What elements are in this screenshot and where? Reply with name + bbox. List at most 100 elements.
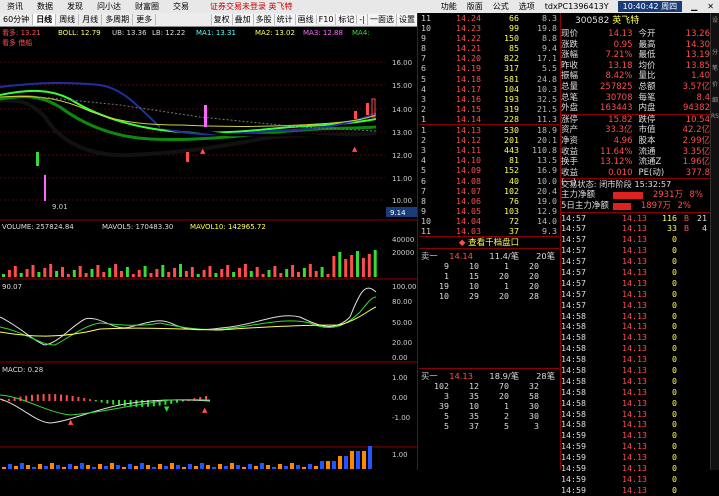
btn-stats[interactable]: 统计 [273,14,295,25]
mavol5-label: MAVOL5: 170483.30 [102,223,173,231]
sidebar-tab[interactable] [711,29,719,45]
tick-cell: 14.13 [622,397,647,408]
order-level-cell: 6 [421,175,426,186]
btn-f10[interactable]: F10 [315,15,336,24]
tab-60min[interactable]: 60分钟 [0,14,34,25]
sidebar-tab[interactable]: 设 [711,13,719,29]
btn-settings[interactable]: 设置 [396,14,417,25]
tab-daily[interactable]: 日线 [33,14,57,25]
bottom-bar [56,465,60,469]
menu-news[interactable]: 资讯 [0,1,30,12]
btn-multi-stock[interactable]: 多股 [252,14,274,25]
volume-bar [214,273,218,277]
indicator-ma3: MA3: 12.88 [303,29,343,37]
menu-discover[interactable]: 发现 [60,1,90,12]
flow-row: 主力净额 2931万 8% [561,190,710,201]
quote-row: 总量 257825 总额 3.57亿 [561,82,710,93]
bottom-bar [122,467,126,469]
macd-signal-icon: ▲ [68,418,74,426]
volume-label: VOLUME: 257824.84 [2,223,74,231]
volume-bar [202,270,206,277]
bottom-bar [134,466,138,469]
tick-row: 14:58 14.13 0 [561,409,710,420]
tick-row: 14:59 14.13 0 [561,430,710,441]
tick-cell: 14.13 [622,310,647,321]
account-label: tdxPC1396413Y [544,2,609,11]
tab-multi-period[interactable]: 多周期 [102,14,134,25]
order-level-cell: 19.8 [537,23,557,34]
sidebar-tab[interactable]: 价 [711,77,719,93]
order-level-cell: 822 [504,53,519,64]
chart-canvas[interactable]: 看多: 13.21 BOLL: 12.79 UB: 13.36 LB: 12.2… [0,27,418,470]
tick-cell: 14:58 [561,386,586,397]
menu-function[interactable]: 功能 [436,1,462,12]
tab-weekly[interactable]: 周线 [56,14,80,25]
tick-row: 14:57 14.13 0 [561,245,710,256]
tick-cell [689,256,707,267]
tick-cell: 0 [672,452,677,463]
tick-row: 14:57 14.13 0 [561,300,710,311]
quote-row: 净资 4.96 股本 2.99亿 [561,136,710,147]
quote-cell: 15.82 [608,114,633,125]
volume-bar [184,271,188,277]
quote-cell: 13.18 [608,60,633,71]
menu-ask[interactable]: 问小达 [90,1,128,12]
quote-cell: 均价 [638,60,656,71]
close-icon[interactable]: ✕ [702,2,719,11]
macd-bar [94,400,97,402]
btn-select[interactable]: 一面选 [367,14,396,25]
sidebar-tab[interactable] [711,157,719,173]
view-depth-link[interactable]: ◆ 查看千档盘口 [419,236,559,248]
quote-cell: 1.96亿 [682,157,710,168]
menu-layout[interactable]: 版面 [462,1,488,12]
sidebar-tab[interactable] [711,141,719,157]
sidebar-tab[interactable] [711,173,719,189]
tick-cell: 14:57 [561,223,586,234]
volume-bar [226,265,230,277]
queue-cell: 1 [444,271,449,282]
btn-mark[interactable]: 标记 [335,14,357,25]
menu-wealth[interactable]: 财富圈 [128,1,166,12]
candle [186,152,189,162]
menu-data[interactable]: 数据 [30,1,60,12]
tick-cell: 21 [697,212,707,223]
sidebar-tab[interactable] [711,189,719,205]
bottom-bar [260,463,264,469]
order-level-cell: 81 [509,155,519,166]
bottom-bar [302,467,306,469]
bottom-bar [206,465,210,469]
stock-name: 英飞特 [612,16,640,26]
order-level-cell: 530 [504,125,519,136]
btn-overlay[interactable]: 叠加 [231,14,253,25]
order-level-cell: 193 [504,93,519,104]
sidebar-tab[interactable] [711,125,719,141]
btn-split[interactable]: -| [356,15,367,24]
sell-queue: 9 10 1 20 1 15 20 20 19 10 1 20 10 29 20 28 [419,261,559,301]
menu-formula[interactable]: 公式 [488,1,514,12]
tick-cell: 0 [672,343,677,354]
volume-bar [2,274,5,277]
sidebar-tab[interactable]: RSI [711,109,719,125]
btn-adjust[interactable]: 复权 [210,14,232,25]
sidebar-tab[interactable]: 分 [711,45,719,61]
right-sidebar: 设分笔价细RSI [710,13,719,470]
order-level-cell: 9.4 [542,43,557,54]
volume-bar [19,273,23,277]
sidebar-tab[interactable]: 笔 [711,61,719,77]
sidebar-tab[interactable]: 细 [711,93,719,109]
flow-value: 1897万 [640,200,671,211]
tab-more[interactable]: 更多 [133,14,157,25]
menu-trade[interactable]: 交易 [166,1,196,12]
quote-cell: 163443 [600,103,633,114]
btn-draw[interactable]: 画线 [294,14,316,25]
tick-cell: 0 [672,375,677,386]
tick-cell [689,300,707,311]
macd-bar [141,400,144,407]
tick-cell: 14.13 [622,364,647,375]
tick-row: 14:59 14.13 0 [561,463,710,474]
menu-options[interactable]: 选项 [514,1,540,12]
tab-monthly[interactable]: 月线 [79,14,103,25]
minimize-icon[interactable]: ▁ [686,2,702,11]
quote-cell: 总量 [561,81,579,92]
quote-cell: 7.21% [605,50,633,61]
